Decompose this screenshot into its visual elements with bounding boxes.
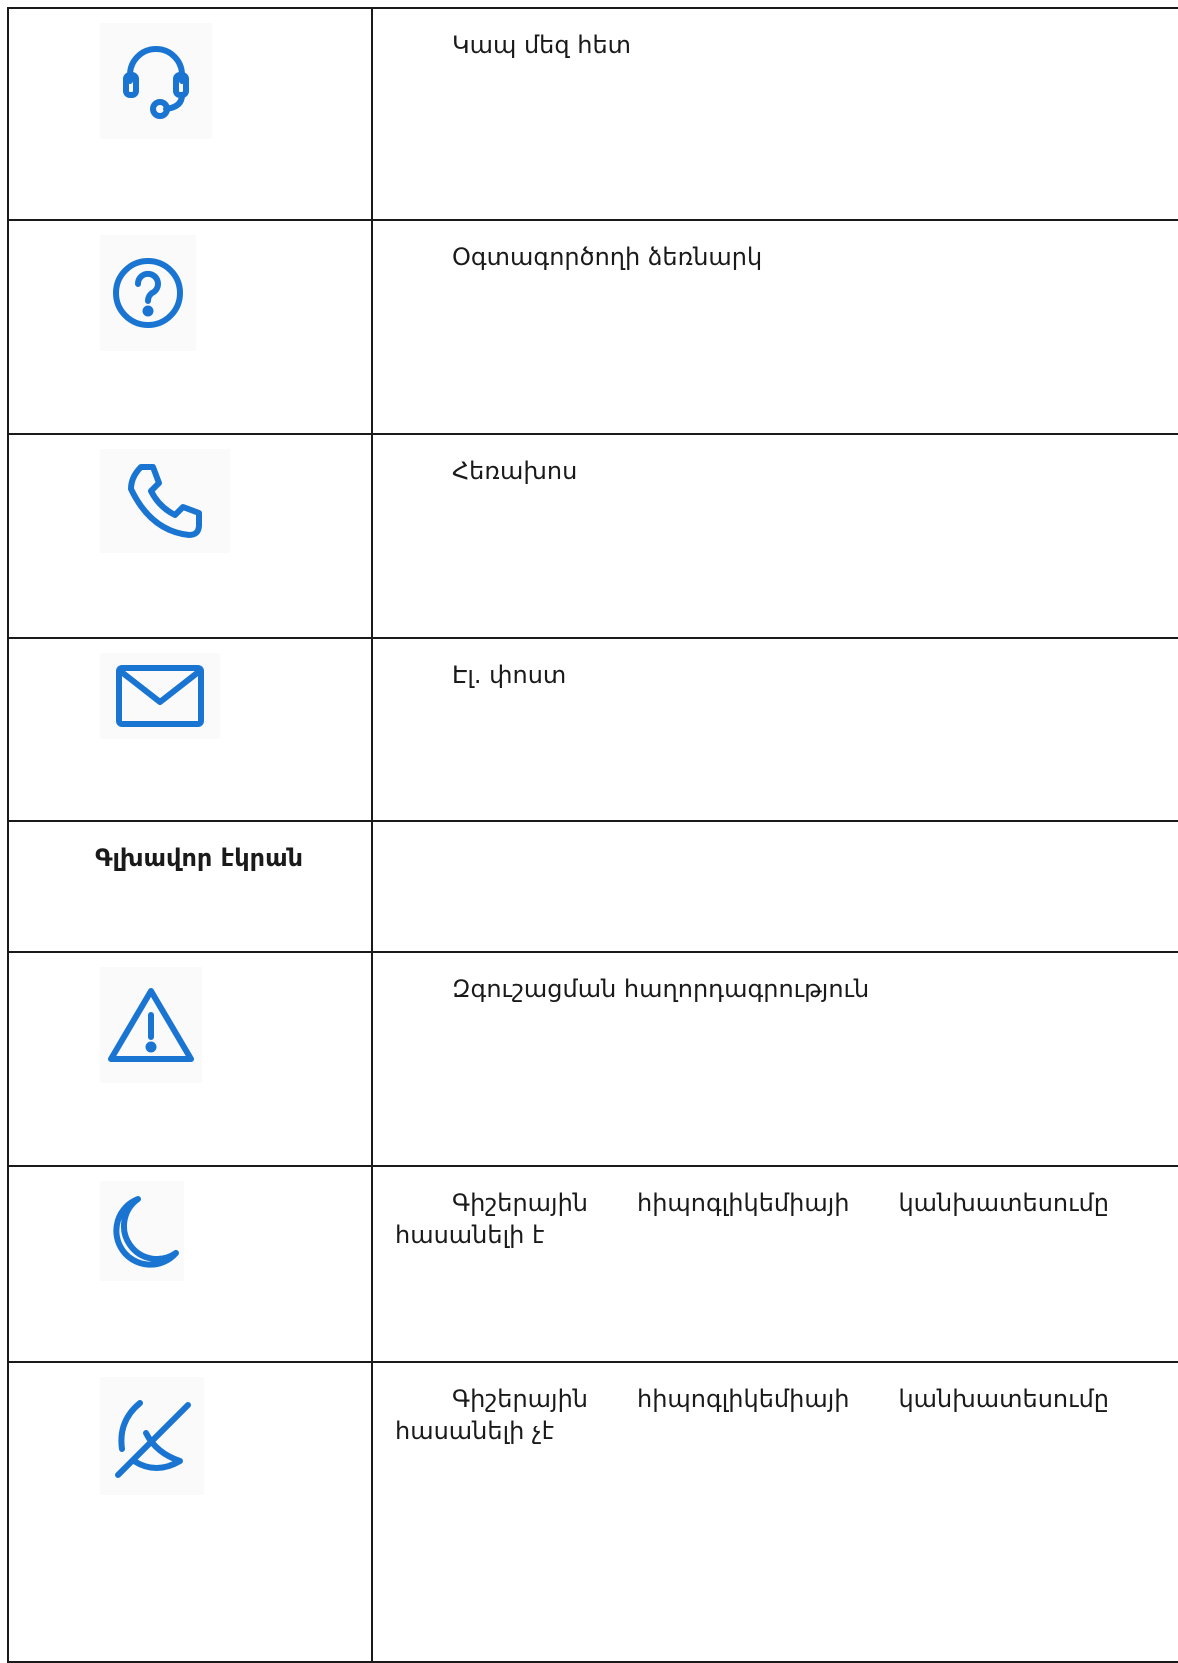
icon-cell [7, 1165, 373, 1363]
table-row: Օգտագործողի ձեռնարկ [7, 219, 1178, 435]
table-row: Կապ մեզ հետ [7, 7, 1178, 221]
row-label: Էլ. փոստ [452, 661, 567, 689]
row-label: Գիշերային հիպոգլիկեմիայի կանխատեսումը հա… [395, 1189, 1109, 1249]
description-cell: Գիշերային հիպոգլիկեմիայի կանխատեսումը հա… [371, 1361, 1178, 1663]
row-label: Զգուշացման հաղորդագրություն [452, 975, 870, 1003]
row-label: Օգտագործողի ձեռնարկ [452, 243, 763, 271]
heading-cell: Գլխավոր էկրան [7, 820, 373, 953]
envelope-icon [100, 653, 220, 739]
description-cell: Էլ. փոստ [371, 637, 1178, 822]
row-label: Հեռախոս [452, 457, 578, 485]
description-cell: Հեռախոս [371, 433, 1178, 639]
moon-off-icon [100, 1377, 204, 1495]
description-cell: Կապ մեզ հետ [371, 7, 1178, 221]
icon-legend-table: Կապ մեզ հետ Օգտագործողի ձեռնարկ Հեռախոս … [7, 7, 1178, 1663]
icon-cell [7, 219, 373, 435]
icon-cell [7, 7, 373, 221]
moon-icon [100, 1181, 184, 1281]
table-row: Էլ. փոստ [7, 637, 1178, 822]
section-heading: Գլխավոր էկրան [95, 844, 304, 872]
empty-cell [371, 820, 1178, 953]
phone-icon [100, 449, 230, 553]
description-cell: Օգտագործողի ձեռնարկ [371, 219, 1178, 435]
icon-cell [7, 637, 373, 822]
icon-cell [7, 433, 373, 639]
table-row: Զգուշացման հաղորդագրություն [7, 951, 1178, 1167]
headset-icon [100, 23, 212, 139]
description-cell: Գիշերային հիպոգլիկեմիայի կանխատեսումը հա… [371, 1165, 1178, 1363]
warning-triangle-icon [100, 967, 202, 1083]
description-cell: Զգուշացման հաղորդագրություն [371, 951, 1178, 1167]
table-row: Գլխավոր էկրան [7, 820, 1178, 953]
table-row: Գիշերային հիպոգլիկեմիայի կանխատեսումը հա… [7, 1165, 1178, 1363]
row-label: Գիշերային հիպոգլիկեմիայի կանխատեսումը հա… [395, 1385, 1109, 1445]
question-circle-icon [100, 235, 196, 351]
table-row: Հեռախոս [7, 433, 1178, 639]
icon-cell [7, 951, 373, 1167]
icon-cell [7, 1361, 373, 1663]
table-row: Գիշերային հիպոգլիկեմիայի կանխատեսումը հա… [7, 1361, 1178, 1663]
row-label: Կապ մեզ հետ [452, 31, 632, 59]
